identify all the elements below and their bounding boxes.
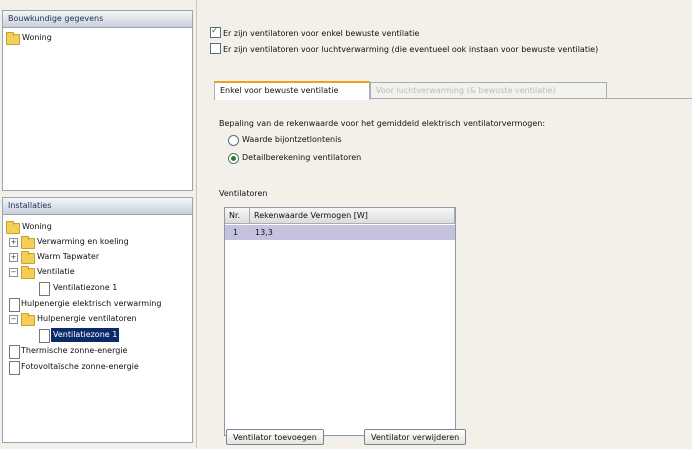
remove-fan-button[interactable]: Ventilator verwijderen xyxy=(364,429,467,445)
tree-item-label: Ventilatie xyxy=(37,267,75,276)
folder-icon xyxy=(21,236,35,249)
installations-header: Installaties xyxy=(3,198,192,215)
tree-item-label: Fotovoltaïsche zonne-energie xyxy=(21,362,139,371)
folder-icon xyxy=(21,251,35,264)
column-header-power[interactable]: Rekenwaarde Vermogen [W] xyxy=(250,208,455,224)
document-icon xyxy=(9,345,20,359)
tree-item-label: Hulpenergie elektrisch verwarming xyxy=(21,299,162,308)
tree-item-label: Thermische zonne-energie xyxy=(21,346,128,355)
expand-plus-icon[interactable]: + xyxy=(9,253,18,262)
collapse-minus-icon[interactable]: − xyxy=(9,268,18,277)
tree-item-label: Hulpenergie ventilatoren xyxy=(37,314,137,323)
column-header-nr[interactable]: Nr. xyxy=(225,208,250,224)
document-icon xyxy=(9,298,20,312)
table-cell-nr: 1 xyxy=(233,228,239,237)
radio-default-value[interactable] xyxy=(228,135,239,146)
left-navigation: Bouwkundige gegevens Woning Installaties… xyxy=(0,0,196,448)
intro-text: Bepaling van de rekenwaarde voor het gem… xyxy=(219,119,546,128)
installations-panel: Installaties Woning + Verwarming en koel… xyxy=(2,197,193,443)
radio-default-label: Waarde bijontzetlontenis xyxy=(242,135,342,144)
check-air-heating[interactable]: Er zijn ventilatoren voor luchtverwarmin… xyxy=(210,43,598,55)
checkbox-checked[interactable] xyxy=(210,25,221,38)
document-icon xyxy=(39,282,50,296)
tab-simple-ventilation[interactable]: Enkel voor bewuste ventilatie xyxy=(214,81,370,100)
check-label: Er zijn ventilatoren voor luchtverwarmin… xyxy=(223,45,599,54)
check-simple-ventilation[interactable]: Er zijn ventilatoren voor enkel bewuste … xyxy=(210,25,420,39)
document-icon xyxy=(39,329,50,343)
collapse-minus-icon[interactable]: − xyxy=(9,315,18,324)
folder-icon xyxy=(6,221,20,234)
tree-item-label: Ventilatiezone 1 xyxy=(53,283,118,292)
tree-item-label: Ventilatiezone 1 xyxy=(51,328,120,342)
checkbox-unchecked[interactable] xyxy=(210,43,221,54)
radio-detail-calc[interactable] xyxy=(228,153,239,164)
expand-plus-icon[interactable]: + xyxy=(9,238,18,247)
building-data-header: Bouwkundige gegevens xyxy=(3,11,192,28)
folder-icon xyxy=(21,313,35,326)
detail-area: Er zijn ventilatoren voor enkel bewuste … xyxy=(196,0,692,449)
check-label: Er zijn ventilatoren voor enkel bewuste … xyxy=(223,29,420,38)
add-fan-button[interactable]: Ventilator toevoegen xyxy=(226,429,324,445)
tree-item-label: Verwarming en koeling xyxy=(37,237,129,246)
tree-item-label: Woning xyxy=(22,33,52,42)
fans-table: Nr. Rekenwaarde Vermogen [W] 1 13,3 xyxy=(224,207,456,436)
table-cell-value[interactable]: 13,3 xyxy=(255,225,273,240)
building-data-panel: Bouwkundige gegevens Woning xyxy=(2,10,193,191)
tab-air-heating[interactable]: Voor luchtverwarming (& bewuste ventilat… xyxy=(370,82,607,99)
tree-item-label: Warm Tapwater xyxy=(37,252,100,261)
folder-icon xyxy=(21,266,35,279)
fans-section-label: Ventilatoren xyxy=(219,189,268,198)
folder-icon xyxy=(6,32,20,45)
tree-item-label: Woning xyxy=(22,222,52,231)
radio-detail-label: Detailberekening ventilatoren xyxy=(242,153,362,162)
document-icon xyxy=(9,361,20,375)
